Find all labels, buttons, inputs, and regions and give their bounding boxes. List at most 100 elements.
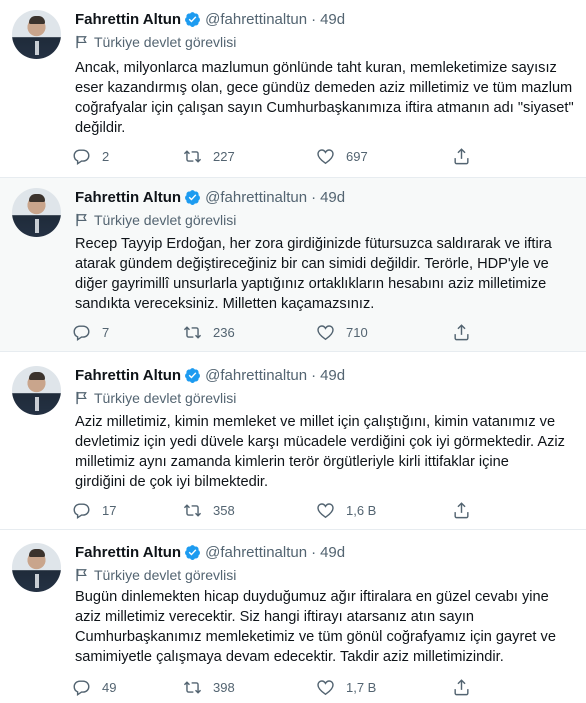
government-label: Türkiye devlet görevlisi: [94, 390, 237, 406]
verified-badge-icon: [185, 367, 201, 383]
tweet-actions: 7 236 710: [72, 321, 552, 343]
verified-badge-icon: [185, 189, 201, 205]
author-name[interactable]: Fahrettin Altun: [75, 11, 181, 28]
tweet-line: atarak gündem değiştireceğiniz bir can s…: [75, 256, 549, 272]
retweet-button[interactable]: 236: [183, 321, 235, 343]
reply-count: 2: [102, 148, 110, 164]
verified-badge-icon: [185, 11, 201, 27]
avatar[interactable]: [12, 188, 61, 237]
author-name[interactable]: Fahrettin Altun: [75, 367, 181, 384]
retweet-button[interactable]: 398: [183, 676, 235, 698]
heart-icon: [317, 324, 334, 340]
account-label: Türkiye devlet görevlisi: [75, 566, 236, 584]
reply-count: 7: [102, 324, 110, 340]
share-button[interactable]: [452, 321, 482, 343]
government-label: Türkiye devlet görevlisi: [94, 34, 237, 50]
timestamp[interactable]: 49d: [320, 367, 345, 384]
tweet-line: aziz milletimiz verecektir. Siz hangi if…: [75, 609, 475, 625]
separator: ·: [311, 543, 317, 561]
heart-icon: [317, 679, 334, 695]
tweet-line: Bugün dinlemekten hicap duyduğumuz ağır …: [75, 589, 549, 605]
tweet[interactable]: Fahrettin Altun @fahrettinaltun · 49d Tü…: [0, 178, 586, 352]
like-button[interactable]: 1,7 B: [316, 676, 376, 698]
flag-icon: [76, 391, 87, 405]
tweet-line: değildir.: [75, 120, 126, 136]
tweet-line: girdiğini de çok iyi bilmektedir.: [75, 474, 269, 490]
reply-icon: [73, 324, 90, 341]
retweet-button[interactable]: 358: [183, 499, 235, 521]
reply-button[interactable]: 17: [72, 499, 116, 521]
timestamp[interactable]: 49d: [320, 189, 345, 206]
author-name[interactable]: Fahrettin Altun: [75, 544, 181, 561]
timestamp[interactable]: 49d: [320, 544, 345, 561]
government-label: Türkiye devlet görevlisi: [94, 212, 237, 228]
share-button[interactable]: [452, 676, 482, 698]
tweet-header: Fahrettin Altun @fahrettinaltun · 49d: [75, 9, 345, 29]
separator: ·: [311, 10, 317, 28]
author-handle[interactable]: @fahrettinaltun: [205, 189, 307, 206]
tweet-line: Aziz milletimiz, kimin memleket ve mille…: [75, 414, 556, 430]
tweet-line: Ancak, milyonlarca mazlumun gönlünde tah…: [75, 60, 557, 76]
reply-icon: [73, 679, 90, 696]
government-label: Türkiye devlet görevlisi: [94, 567, 237, 583]
retweet-button[interactable]: 227: [183, 145, 235, 167]
retweet-count: 358: [213, 502, 235, 518]
reply-button[interactable]: 49: [72, 676, 116, 698]
tweet-header: Fahrettin Altun @fahrettinaltun · 49d: [75, 187, 345, 207]
tweet-line: milletimiz aynı zamanda kimlerin terör ö…: [75, 454, 509, 470]
tweet-line: eser kazandırmış olan, gece gündüz demed…: [75, 80, 573, 96]
tweet-text: Ancak, milyonlarca mazlumun gönlünde tah…: [75, 58, 580, 138]
tweet-line: sandıkta vereceksiniz. Milletten kaçamaz…: [75, 296, 375, 312]
retweet-count: 398: [213, 679, 235, 695]
tweet-line: Cumhurbaşkanımız memleketimiz ve tüm gön…: [75, 629, 556, 645]
flag-icon: [76, 35, 87, 49]
tweet-actions: 49 398 1,7 B: [72, 676, 552, 698]
author-name[interactable]: Fahrettin Altun: [75, 189, 181, 206]
account-label: Türkiye devlet görevlisi: [75, 389, 236, 407]
reply-count: 49: [102, 679, 117, 695]
retweet-count: 227: [213, 148, 235, 164]
flag-icon: [76, 213, 87, 227]
reply-icon: [73, 502, 90, 519]
avatar[interactable]: [12, 366, 61, 415]
share-icon: [454, 678, 469, 695]
tweet-text: Recep Tayyip Erdoğan, her zora girdiğini…: [75, 234, 580, 314]
separator: ·: [311, 366, 317, 384]
reply-icon: [73, 148, 90, 165]
like-button[interactable]: 697: [316, 145, 368, 167]
heart-icon: [317, 502, 334, 518]
retweet-icon: [183, 325, 202, 339]
tweet-line: coğrafyalar için çalışan sayın Cumhurbaş…: [75, 100, 574, 116]
author-handle[interactable]: @fahrettinaltun: [205, 367, 307, 384]
tweet-line: devletimiz için yedi düvele karşı mücade…: [75, 434, 565, 450]
tweet[interactable]: Fahrettin Altun @fahrettinaltun · 49d Tü…: [0, 0, 586, 178]
retweet-icon: [183, 503, 202, 517]
tweet[interactable]: Fahrettin Altun @fahrettinaltun · 49d Tü…: [0, 530, 586, 703]
heart-icon: [317, 148, 334, 164]
verified-badge-icon: [185, 544, 201, 560]
avatar[interactable]: [12, 543, 61, 592]
share-button[interactable]: [452, 145, 482, 167]
account-label: Türkiye devlet görevlisi: [75, 211, 236, 229]
tweet-header: Fahrettin Altun @fahrettinaltun · 49d: [75, 542, 345, 562]
tweet-line: samimiyetle çalışmaya devam edecektir. T…: [75, 649, 504, 665]
tweet[interactable]: Fahrettin Altun @fahrettinaltun · 49d Tü…: [0, 352, 586, 530]
separator: ·: [311, 188, 317, 206]
tweet-actions: 17 358 1,6 B: [72, 499, 552, 521]
like-button[interactable]: 1,6 B: [316, 499, 376, 521]
reply-count: 17: [102, 502, 117, 518]
tweet-line: diğer gayrimillî unsurlarla yaptığınız o…: [75, 276, 547, 292]
like-button[interactable]: 710: [316, 321, 368, 343]
flag-icon: [76, 568, 87, 582]
author-handle[interactable]: @fahrettinaltun: [205, 544, 307, 561]
timestamp[interactable]: 49d: [320, 11, 345, 28]
author-handle[interactable]: @fahrettinaltun: [205, 11, 307, 28]
reply-button[interactable]: 7: [72, 321, 109, 343]
reply-button[interactable]: 2: [72, 145, 109, 167]
tweet-actions: 2 227 697: [72, 145, 552, 167]
avatar[interactable]: [12, 10, 61, 59]
retweet-count: 236: [213, 324, 235, 340]
account-label: Türkiye devlet görevlisi: [75, 33, 236, 51]
like-count: 710: [346, 324, 368, 340]
share-button[interactable]: [452, 499, 482, 521]
